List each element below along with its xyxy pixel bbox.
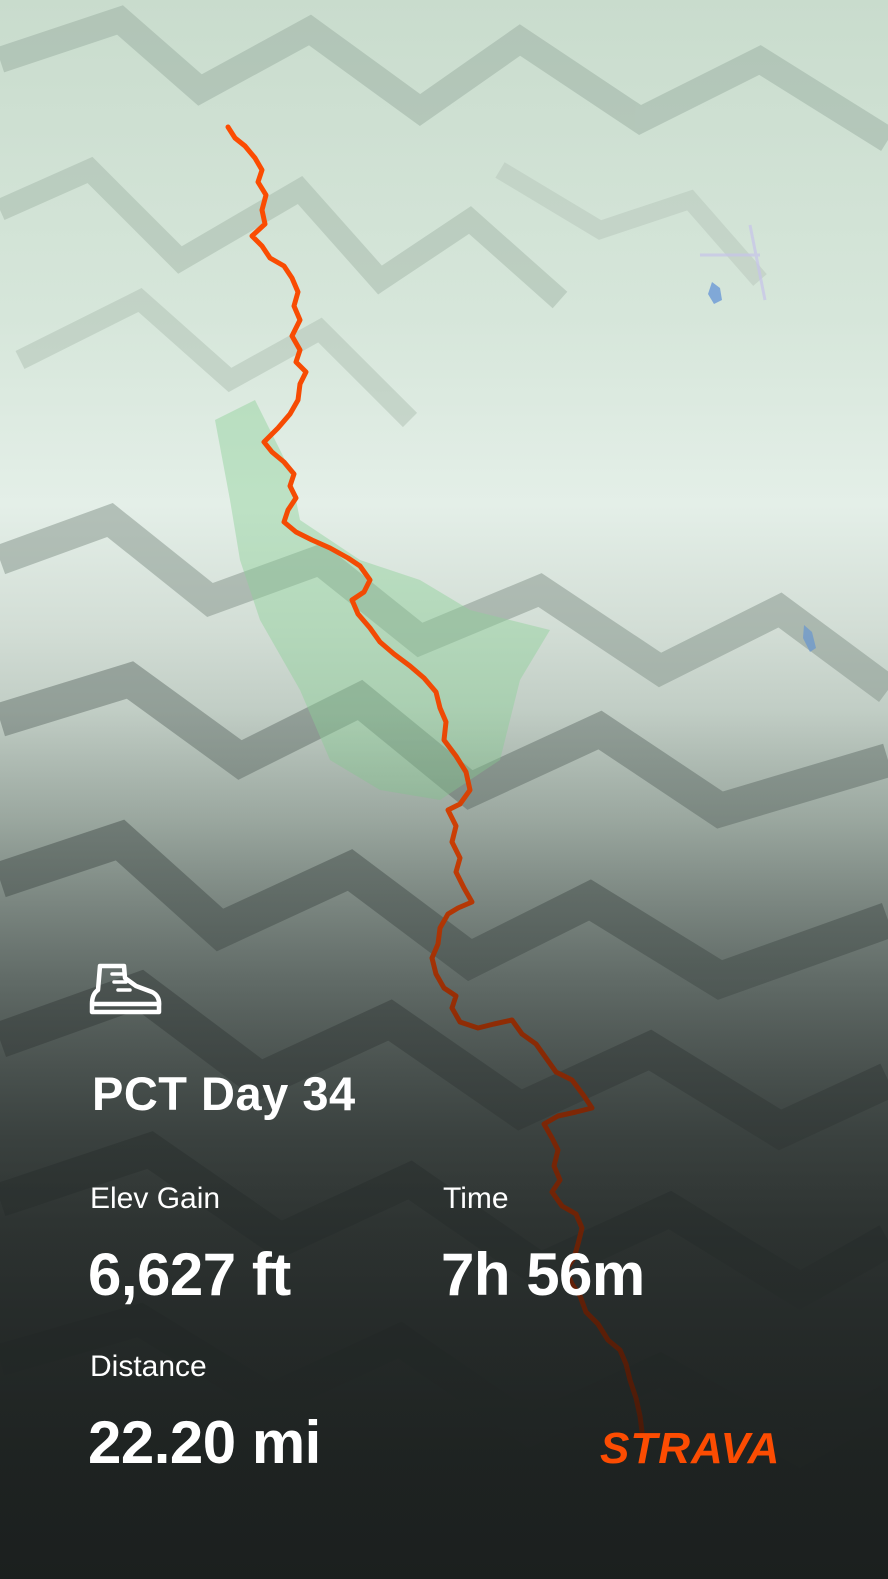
time-label: Time	[443, 1182, 509, 1215]
distance-label: Distance	[90, 1350, 207, 1383]
route-map	[225, 124, 645, 1435]
hiking-boot-icon	[89, 963, 162, 1015]
elev-gain-value: 6,627 ft	[88, 1241, 291, 1308]
distance-value: 22.20 mi	[88, 1409, 321, 1476]
activity-share-card: PCT Day 34 Elev Gain 6,627 ft Time 7h 56…	[0, 0, 888, 1579]
activity-title: PCT Day 34	[92, 1067, 356, 1120]
strava-logo: STRAVA	[600, 1424, 781, 1473]
route-line	[225, 124, 645, 1435]
elev-gain-label: Elev Gain	[90, 1182, 221, 1215]
time-value: 7h 56m	[441, 1241, 645, 1308]
map-attribution	[18, 1538, 238, 1554]
